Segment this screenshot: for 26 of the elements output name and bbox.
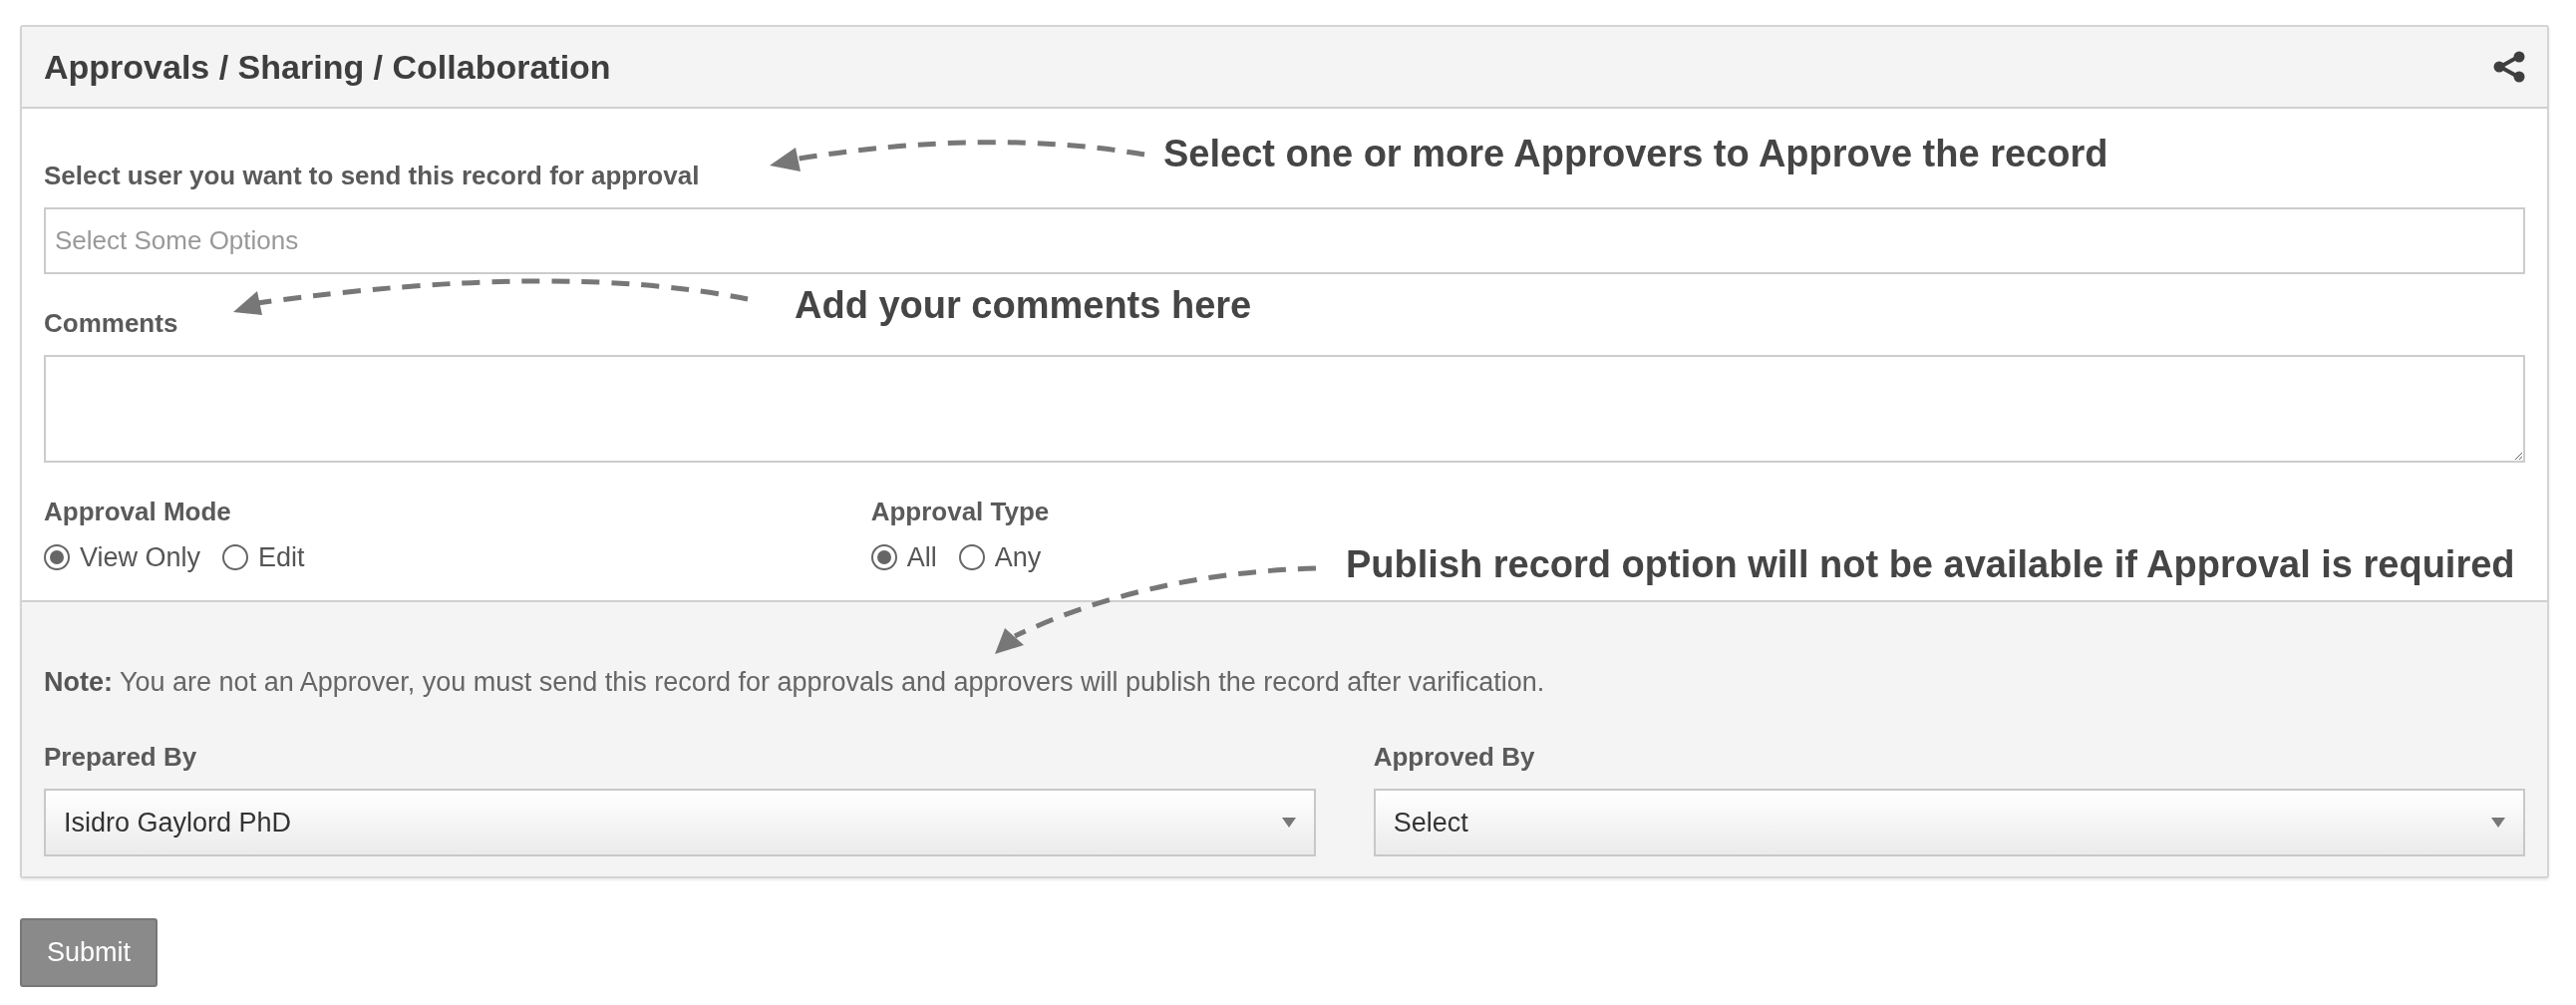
group-label: Approval Mode [44, 496, 231, 528]
radio-label[interactable]: All [906, 537, 937, 578]
radio-button[interactable] [958, 544, 985, 571]
callout-text: Publish record option will not be available if Approval is required [1346, 543, 2515, 587]
field-label: Comments [44, 307, 178, 340]
approved-by-select[interactable]: Select [1373, 789, 2525, 856]
callout-text: Select one or more Approvers to Approve the record [1163, 133, 2108, 176]
approvers-field[interactable]: Select Some Options [44, 207, 2525, 274]
field-label: Select user you want to send this record for approval [44, 160, 700, 192]
radio-label[interactable]: View Only [80, 537, 201, 578]
radio-button[interactable] [870, 544, 897, 571]
caret-icon [1281, 818, 1296, 828]
radio-button[interactable] [222, 544, 249, 571]
panel-title: Approvals / Sharing / Collaboration [44, 46, 611, 88]
caret-icon [2491, 818, 2505, 828]
radio-button[interactable] [44, 544, 70, 571]
share-icon[interactable] [2493, 51, 2525, 83]
note-text: Note: You are not an Approver, you must send this record for approvals and approvers will publish the record after varification. [44, 665, 1546, 699]
group-label: Approval Type [870, 496, 1050, 528]
radio-label[interactable]: Any [994, 537, 1042, 578]
radio-label[interactable]: Edit [258, 537, 305, 578]
prepared-by-select[interactable]: Isidro Gaylord PhD [44, 789, 1316, 856]
comments-field[interactable] [44, 355, 2525, 463]
field-label: Prepared By [44, 741, 197, 774]
callout-text: Add your comments here [795, 284, 1252, 328]
field-label: Approved By [1373, 741, 1535, 774]
